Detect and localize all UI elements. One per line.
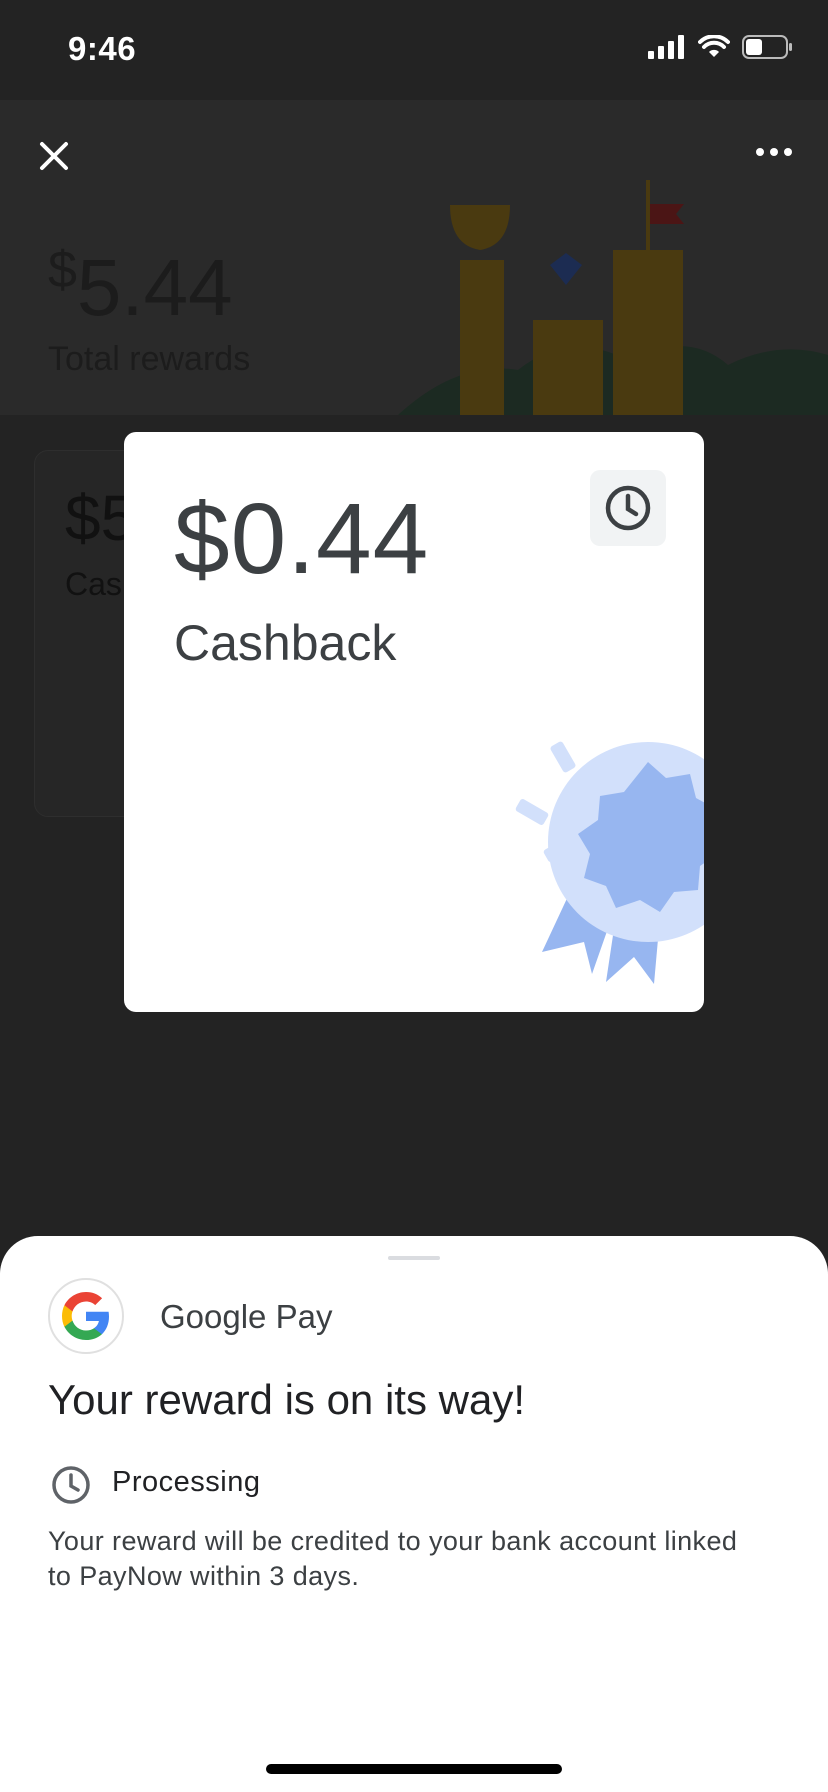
status-icons: [648, 34, 794, 60]
app-name: Google Pay: [160, 1298, 333, 1335]
total-rewards-amount: $5.44: [48, 241, 233, 332]
sheet-drag-handle[interactable]: [388, 1256, 440, 1260]
home-indicator[interactable]: [266, 1764, 562, 1774]
close-icon: [40, 142, 68, 170]
reward-type-label: Cashback: [174, 615, 397, 671]
status-time: 9:46: [68, 30, 137, 67]
background-card-label: Cas: [65, 566, 122, 602]
reward-card[interactable]: $0.44 Cashback: [124, 432, 704, 1012]
sheet-title: Your reward is on its way!: [48, 1376, 525, 1423]
close-button[interactable]: [28, 130, 80, 182]
clock-icon: [52, 1466, 90, 1504]
status-bar: 9:46: [0, 0, 828, 100]
reward-amount: $0.44: [174, 483, 430, 595]
google-pay-logo: [48, 1278, 124, 1354]
castle-illustration: [398, 180, 828, 415]
signal-icon: [648, 35, 684, 59]
battery-icon: [742, 35, 792, 59]
google-g-icon: [62, 1292, 109, 1340]
processing-status: Processing: [112, 1466, 261, 1498]
bottom-sheet[interactable]: Google Pay Your reward is on its way! Pr…: [0, 1236, 828, 1792]
more-options-button[interactable]: [748, 130, 800, 182]
status-description: Your reward will be credited to your ban…: [48, 1526, 738, 1591]
more-icon: [756, 148, 792, 156]
total-rewards-label: Total rewards: [48, 340, 251, 378]
wifi-icon: [698, 35, 730, 57]
clock-icon: [605, 485, 651, 531]
ribbon-badge-illustration: [515, 741, 704, 984]
history-button[interactable]: [590, 470, 666, 546]
